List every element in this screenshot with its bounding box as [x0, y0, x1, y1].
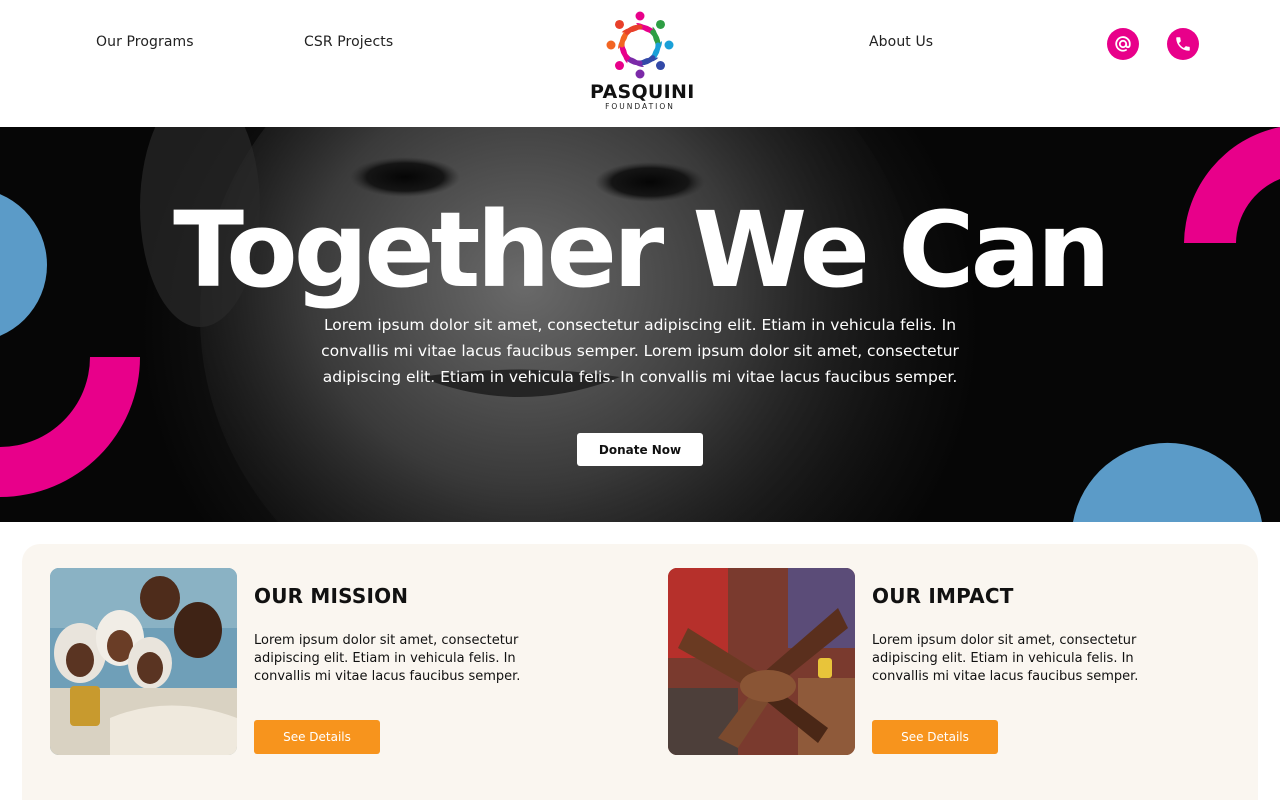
mission-text: Lorem ipsum dolor sit amet, consectetur … — [254, 633, 521, 684]
impact-image — [668, 568, 855, 755]
mission-card: OUR MISSION Lorem ipsum dolor sit amet, … — [50, 568, 610, 758]
impact-see-details-button[interactable]: See Details — [872, 720, 998, 754]
foundation-logo[interactable]: PASQUINI FOUNDATION — [590, 8, 695, 114]
logo-people-icon — [606, 11, 674, 79]
logo-subtitle: FOUNDATION — [605, 102, 675, 111]
mission-image — [50, 568, 237, 755]
phone-icon — [1176, 37, 1190, 51]
nav-csr-projects[interactable]: CSR Projects — [304, 34, 393, 50]
mission-title: OUR MISSION — [254, 584, 409, 608]
site-header: Our Programs CSR Projects PASQUINI FOUND… — [0, 0, 1280, 127]
hero-description: Lorem ipsum dolor sit amet, consectetur … — [321, 316, 959, 386]
impact-card: OUR IMPACT Lorem ipsum dolor sit amet, c… — [668, 568, 1228, 758]
donate-now-button[interactable]: Donate Now — [577, 433, 703, 466]
info-cards-section: OUR MISSION Lorem ipsum dolor sit amet, … — [22, 544, 1258, 800]
nav-our-programs[interactable]: Our Programs — [96, 34, 194, 50]
phone-button[interactable] — [1167, 28, 1199, 60]
hero-banner: Together We Can Lorem ipsum dolor sit am… — [0, 127, 1280, 522]
email-button[interactable] — [1107, 28, 1139, 60]
mission-see-details-button[interactable]: See Details — [254, 720, 380, 754]
impact-text: Lorem ipsum dolor sit amet, consectetur … — [872, 633, 1139, 684]
impact-title: OUR IMPACT — [872, 584, 1014, 608]
nav-about-us[interactable]: About Us — [869, 34, 933, 50]
at-icon — [1115, 36, 1131, 52]
logo-name: PASQUINI — [590, 81, 695, 103]
hero-title: Together We Can — [173, 189, 1111, 311]
